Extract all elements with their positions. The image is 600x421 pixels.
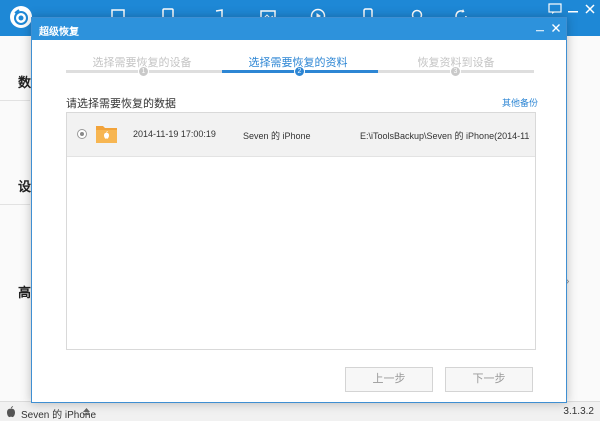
backup-date: 2014-11-19 17:00:19 <box>133 129 216 139</box>
close-icon[interactable] <box>550 22 562 34</box>
step-indicator-active: 2 <box>294 66 305 77</box>
app-logo-eye-icon <box>10 6 32 28</box>
eject-icon[interactable] <box>82 407 91 416</box>
previous-step-button[interactable]: 上一步 <box>345 367 433 392</box>
backup-device-name: Seven 的 iPhone <box>243 131 311 141</box>
divider <box>0 100 30 101</box>
background-heading: 设 <box>18 179 32 194</box>
status-bar: Seven 的 iPhone 3.1.3.2 <box>0 401 600 421</box>
backup-path: E:\iToolsBackup\Seven 的 iPhone(2014-11-1… <box>360 131 530 141</box>
next-step-button[interactable]: 下一步 <box>445 367 533 392</box>
other-backups-link[interactable]: 其他备份 <box>502 96 538 109</box>
apple-icon <box>6 406 16 418</box>
version-label: 3.1.3.2 <box>563 406 594 417</box>
radio-selected-dot <box>80 132 84 136</box>
super-restore-dialog: 超级恢复 选择需要恢复的设备 选择需要恢复的资料 恢复资料到设备 1 2 3 请… <box>31 17 567 403</box>
step-indicator: 1 <box>138 66 149 77</box>
backup-list: 2014-11-19 17:00:19 Seven 的 iPhone E:\iT… <box>66 112 536 350</box>
divider <box>0 204 30 205</box>
select-data-prompt: 请选择需要恢复的数据 <box>66 98 176 110</box>
backup-select-radio[interactable] <box>77 129 87 139</box>
background-heading: 数 <box>18 75 32 90</box>
minimize-icon[interactable] <box>566 3 580 15</box>
dialog-titlebar: 超级恢复 <box>32 18 566 40</box>
dialog-title: 超级恢复 <box>39 27 79 38</box>
minimize-icon[interactable] <box>534 22 546 34</box>
background-heading: 高 <box>18 285 32 300</box>
backup-list-item[interactable]: 2014-11-19 17:00:19 Seven 的 iPhone E:\iT… <box>67 113 535 157</box>
message-icon[interactable] <box>548 3 562 15</box>
close-icon[interactable] <box>583 3 597 15</box>
backup-folder-icon <box>95 123 118 144</box>
step-indicator: 3 <box>450 66 461 77</box>
